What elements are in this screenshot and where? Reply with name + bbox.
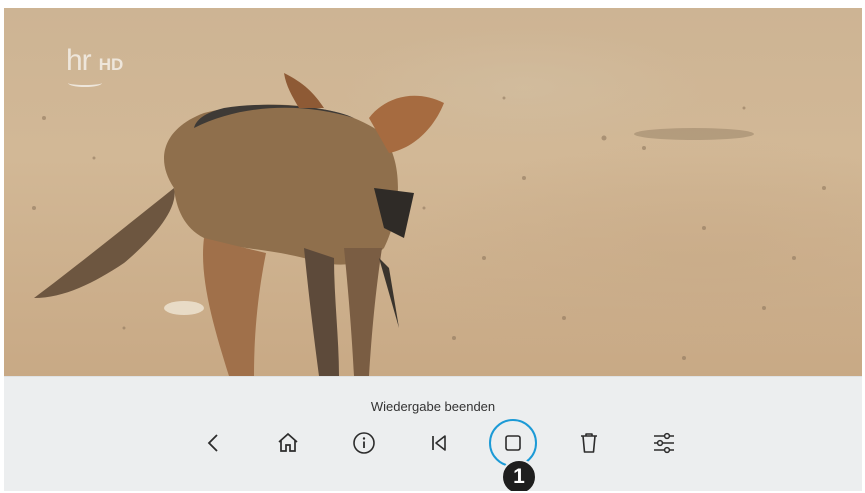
skip-back-icon — [432, 435, 446, 451]
info-icon — [353, 432, 375, 454]
info-button[interactable] — [344, 423, 384, 463]
trash-icon — [581, 433, 597, 453]
logo-swoosh — [68, 79, 102, 87]
channel-logo: hr HD — [66, 44, 124, 87]
delete-button[interactable] — [569, 423, 609, 463]
focused-button-tooltip: Wiedergabe beenden — [370, 399, 496, 414]
jackal-scene-image — [32, 73, 826, 376]
settings-button[interactable] — [644, 423, 684, 463]
back-button[interactable] — [194, 423, 234, 463]
annotation-badge: 1 — [501, 459, 537, 491]
chevron-left-icon — [207, 434, 218, 452]
home-icon — [278, 432, 298, 452]
playback-control-bar: Wiedergabe beenden 1 — [4, 376, 862, 491]
skip-back-button[interactable] — [419, 423, 459, 463]
home-button[interactable] — [268, 423, 308, 463]
channel-quality-badge: HD — [98, 55, 124, 74]
tv-screen: hr HD Wiedergabe beenden 1 — [4, 8, 862, 491]
channel-logo-text: hr — [66, 44, 92, 77]
stop-button[interactable] — [489, 419, 537, 467]
video-frame: hr HD — [4, 8, 862, 376]
stop-icon — [505, 435, 521, 451]
sliders-icon — [654, 432, 674, 454]
